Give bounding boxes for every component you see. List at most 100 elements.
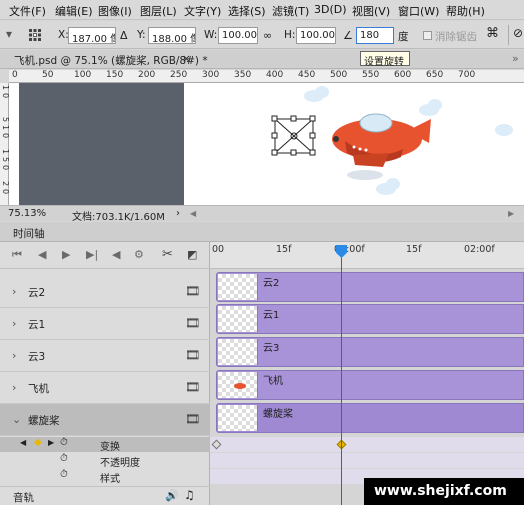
status-menu-icon[interactable]: ›: [176, 208, 180, 219]
layer-row-cloud1[interactable]: › 云1 🎞: [0, 308, 210, 340]
clip-cloud2[interactable]: 云2: [216, 272, 524, 302]
film-icon[interactable]: 🎞: [185, 316, 200, 330]
grid-icon[interactable]: [28, 28, 42, 42]
property-row-transform[interactable]: ◀ ◆ ▶ ⏱ 变换: [0, 437, 210, 453]
scroll-right-icon[interactable]: ▶: [508, 209, 514, 218]
layer-row-propeller[interactable]: ⌄ 螺旋桨 🎞: [0, 404, 210, 436]
x-field[interactable]: 187.00 像素: [68, 27, 116, 44]
ruler-tick: 700: [458, 70, 476, 80]
layer-name: 云1: [28, 319, 46, 331]
ruler-tick: 100: [74, 70, 92, 80]
keyframe-marker[interactable]: [211, 439, 222, 450]
stopwatch-icon[interactable]: ⏱: [60, 453, 68, 464]
film-icon[interactable]: 🎞: [185, 348, 200, 362]
w-label: W:: [204, 29, 218, 41]
y-field[interactable]: 188.00 像素: [148, 27, 196, 44]
menu-view[interactable]: 视图(V): [352, 3, 390, 19]
link-icon[interactable]: ∞: [263, 29, 272, 42]
clip-thumbnail: [218, 306, 258, 332]
w-field[interactable]: 100.00%: [218, 27, 258, 44]
ruler-tick: 550: [362, 70, 380, 80]
close-tab-icon[interactable]: ×: [182, 53, 191, 65]
menu-bar: 文件(F) 编辑(E) 图像(I) 图层(L) 文字(Y) 选择(S) 滤镜(T…: [0, 0, 524, 20]
clip-propeller[interactable]: 螺旋桨: [216, 403, 524, 433]
zoom-level[interactable]: 75.13%: [8, 208, 46, 219]
chevron-right-icon[interactable]: ›: [12, 285, 16, 298]
antialias-label: 消除锯齿: [435, 31, 477, 43]
next-keyframe-icon[interactable]: ▶: [48, 438, 54, 447]
previous-keyframe-icon[interactable]: ◀: [20, 438, 26, 447]
clip-thumbnail: [218, 405, 258, 431]
layer-row-airplane[interactable]: › 飞机 🎞: [0, 372, 210, 404]
menu-file[interactable]: 文件(F): [9, 3, 46, 19]
menu-3d[interactable]: 3D(D): [314, 3, 347, 16]
audio-mute-icon[interactable]: ◀: [112, 248, 120, 261]
time-ruler[interactable]: 00 15f 01:00f 15f 02:00f: [210, 242, 524, 269]
document-tab[interactable]: 飞机.psd @ 75.1% (螺旋桨, RGB/8#) *: [14, 53, 208, 68]
ruler-tick: 50: [42, 70, 54, 80]
opacity-track[interactable]: [210, 453, 524, 468]
panel-collapse-icon[interactable]: »: [512, 52, 519, 65]
go-to-first-frame-icon[interactable]: ⏮: [12, 248, 22, 262]
options-divider: [508, 25, 509, 45]
h-field[interactable]: 100.00%: [296, 27, 336, 44]
menu-type[interactable]: 文字(Y): [184, 3, 221, 19]
time-label: 00: [212, 244, 225, 255]
menu-filter[interactable]: 滤镜(T): [272, 3, 309, 19]
clip-cloud3[interactable]: 云3: [216, 337, 524, 367]
keyframe-icon[interactable]: ◆: [34, 437, 42, 448]
play-icon[interactable]: ▶: [62, 248, 70, 261]
ruler-tick: 400: [266, 70, 284, 80]
menu-image[interactable]: 图像(I): [98, 3, 132, 19]
chevron-right-icon[interactable]: ›: [12, 381, 16, 394]
property-row-opacity[interactable]: ⏱ 不透明度: [0, 453, 210, 469]
film-icon[interactable]: 🎞: [185, 412, 200, 426]
menu-edit[interactable]: 编辑(E): [55, 3, 93, 19]
menu-select[interactable]: 选择(S): [228, 3, 266, 19]
ruler-tick: 300: [202, 70, 220, 80]
angle-field[interactable]: 180: [356, 27, 394, 44]
clip-label: 云2: [263, 278, 280, 289]
chevron-right-icon[interactable]: ›: [12, 349, 16, 362]
clip-cloud1[interactable]: 云1: [216, 304, 524, 334]
scissors-icon[interactable]: ✂: [162, 247, 173, 262]
music-note-icon[interactable]: ♫: [184, 488, 195, 502]
transform-box: [271, 115, 316, 156]
angle-icon: ∠: [343, 29, 353, 42]
clip-airplane[interactable]: 飞机: [216, 370, 524, 400]
document-canvas[interactable]: [9, 83, 524, 205]
stopwatch-icon[interactable]: ⏱: [60, 469, 68, 480]
ruler-tick: 500: [330, 70, 348, 80]
speaker-icon[interactable]: 🔊: [165, 489, 179, 502]
menu-window[interactable]: 窗口(W): [398, 3, 439, 19]
menu-layer[interactable]: 图层(L): [140, 3, 177, 19]
tab-timeline[interactable]: 时间轴: [13, 226, 45, 241]
warp-icon[interactable]: ⌘: [486, 26, 499, 41]
more-icon[interactable]: ▾: [6, 27, 12, 41]
film-icon[interactable]: 🎞: [185, 380, 200, 394]
settings-gear-icon[interactable]: ⚙: [134, 248, 144, 261]
antialias-checkbox[interactable]: [423, 31, 432, 40]
transform-track[interactable]: [210, 437, 524, 452]
clip-label: 飞机: [263, 376, 283, 387]
previous-frame-icon[interactable]: ◀: [38, 248, 46, 261]
stopwatch-icon[interactable]: ⏱: [60, 437, 68, 448]
transition-icon[interactable]: ◩: [187, 248, 197, 261]
document-tab-bar: 飞机.psd @ 75.1% (螺旋桨, RGB/8#) * × »: [0, 50, 524, 69]
film-icon[interactable]: 🎞: [185, 284, 200, 298]
cancel-icon[interactable]: ⊘: [513, 26, 523, 40]
layer-row-cloud2[interactable]: › 云2 🎞: [0, 276, 210, 308]
next-frame-icon[interactable]: ▶|: [86, 248, 98, 261]
menu-help[interactable]: 帮助(H): [446, 3, 485, 19]
timeline-tracks: 00 15f 01:00f 15f 02:00f 云2 云1 云3 飞机 螺旋桨: [210, 242, 524, 505]
chevron-right-icon[interactable]: ›: [12, 317, 16, 330]
chevron-down-icon[interactable]: ⌄: [12, 413, 21, 426]
timeline-layers-panel: ⏮ ◀ ▶ ▶| ◀ ⚙ ✂ ◩ › 云2 🎞 › 云1 🎞 › 云3 🎞 › …: [0, 242, 210, 505]
scroll-left-icon[interactable]: ◀: [190, 209, 196, 218]
delta-icon[interactable]: Δ: [120, 29, 128, 42]
ruler-tick: 350: [234, 70, 252, 80]
audio-track-row[interactable]: 音轨 🔊 ♫: [0, 486, 210, 505]
layer-row-cloud3[interactable]: › 云3 🎞: [0, 340, 210, 372]
property-row-style[interactable]: ⏱ 样式: [0, 469, 210, 485]
airplane-thumbnail: [234, 383, 246, 389]
